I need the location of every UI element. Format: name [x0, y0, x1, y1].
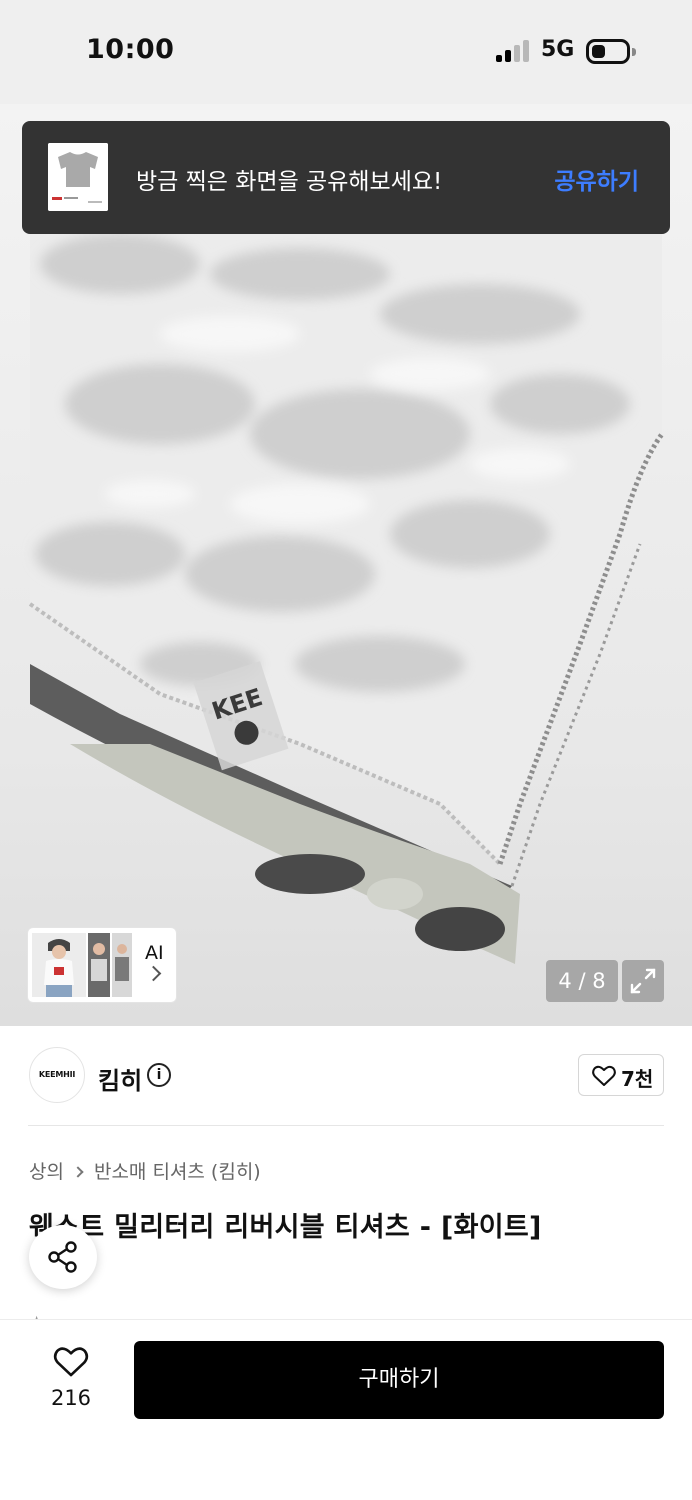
info-icon[interactable]: i [147, 1063, 171, 1087]
wishlist-count: 216 [50, 1386, 92, 1410]
chevron-right-icon [145, 965, 162, 982]
share-button[interactable] [29, 1225, 97, 1289]
network-label: 5G [541, 37, 575, 62]
toast-message: 방금 찍은 화면을 공유해보세요! [136, 169, 443, 195]
expand-icon[interactable] [622, 960, 664, 1002]
brand-logo[interactable]: KEEMHII [29, 1047, 85, 1103]
ai-label: AI [145, 942, 164, 964]
ai-look-thumbnail [88, 933, 110, 997]
product-image[interactable]: KEE [0, 104, 692, 1026]
buy-button[interactable]: 구매하기 [134, 1341, 664, 1419]
battery-icon [586, 39, 636, 64]
status-bar: 10:00 5G [0, 0, 692, 104]
divider [28, 1125, 664, 1126]
breadcrumb-subcategory[interactable]: 반소매 티셔츠 (킴히) [94, 1161, 261, 1183]
breadcrumb: 상의 반소매 티셔츠 (킴히) [29, 1157, 261, 1184]
image-counter: 4 / 8 [546, 960, 618, 1002]
ai-look-thumbnail [32, 933, 86, 997]
product-title: 웨스트 밀리터리 리버시블 티셔츠 - [화이트] [29, 1212, 542, 1243]
status-time: 10:00 [86, 34, 175, 65]
screenshot-thumbnail [48, 143, 108, 211]
breadcrumb-category[interactable]: 상의 [29, 1161, 64, 1183]
brand-like-count: 7천 [621, 1067, 654, 1091]
share-now-button[interactable]: 공유하기 [554, 162, 639, 196]
signal-icon [496, 40, 530, 62]
chevron-right-icon [72, 1166, 84, 1178]
share-icon [48, 1241, 77, 1273]
heart-icon [53, 1347, 89, 1377]
brand-like-button[interactable]: 7천 [578, 1054, 664, 1096]
heart-icon [592, 1065, 616, 1086]
ai-look-thumbnail [112, 933, 132, 997]
share-toast: 방금 찍은 화면을 공유해보세요! 공유하기 [22, 121, 670, 234]
wishlist-button[interactable]: 216 [40, 1344, 102, 1414]
brand-name[interactable]: 킴히 [98, 1061, 142, 1096]
ai-styling-card[interactable]: AI [28, 928, 176, 1002]
